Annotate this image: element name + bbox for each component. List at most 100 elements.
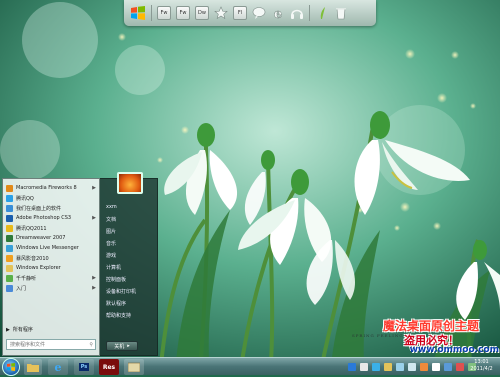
tray-app-icon[interactable] [384,363,392,371]
fireworks-icon[interactable]: Fw [157,6,171,20]
photoshop-icon[interactable]: Fw [176,6,190,20]
place-default-programs[interactable]: 默认程序 [100,297,157,309]
tray-flag-icon[interactable] [432,363,440,371]
place-music[interactable]: 音乐 [100,237,157,249]
windows-logo-icon [7,363,15,371]
start-menu-places-pane: xxm 文档 图片 音乐 游戏 计算机 控制面板 设备和打印机 默认程序 帮助和… [100,178,158,356]
place-devices-printers[interactable]: 设备和打印机 [100,285,157,297]
player-icon [6,254,13,262]
program-item[interactable]: 暴风影音2010 [3,253,99,263]
all-programs-label: 所有程序 [12,327,33,333]
taskbar-folder-button[interactable] [24,359,42,375]
windows-logo-icon[interactable] [130,5,146,21]
flash-icon[interactable]: Fl [233,6,247,20]
taskbar-clock[interactable]: 13:01 2011/4/2 [465,358,498,374]
program-item[interactable]: Windows Explorer [3,263,99,273]
tray-network-icon[interactable] [396,363,404,371]
place-help-support[interactable]: 帮助和支持 [100,309,157,321]
all-programs-button[interactable]: ▶ 所有程序 [6,326,33,334]
chat-icon[interactable] [252,6,266,20]
search-icon[interactable]: ⚲ [89,342,93,348]
fireworks-icon-label: Fw [160,10,168,16]
program-label: 暴风影音2010 [16,255,49,262]
program-item[interactable]: 千千静听 ▶ [3,273,99,283]
dreamweaver-icon [6,234,13,242]
dreamweaver-icon-label: Dw [198,10,206,16]
program-label: 我们在桌面上的软件 [16,205,62,212]
place-documents[interactable]: 文档 [100,213,157,225]
tray-app-icon[interactable] [348,363,356,371]
watermark-url: www.ommoo.com [409,345,499,355]
leaf-icon[interactable] [315,6,329,20]
star-icon[interactable] [214,6,228,20]
taskbar-recorder-button[interactable]: Res [99,359,119,375]
svg-text:e: e [274,7,282,20]
user-avatar[interactable] [117,172,143,194]
program-item[interactable]: 入门 ▶ [3,283,99,293]
place-pictures[interactable]: 图片 [100,225,157,237]
shutdown-label: 关机 [114,343,125,350]
system-tray [348,359,476,375]
watermark-subtitle: 盗用必究！ [404,334,459,347]
fireworks-icon [6,184,13,192]
submenu-arrow-icon: ▶ [92,215,96,221]
photoshop-icon [6,214,13,222]
program-label: Windows Explorer [16,265,61,271]
tray-app-icon[interactable] [456,363,464,371]
tray-app-icon[interactable] [360,363,368,371]
start-search-input[interactable]: 搜索程序和文件 ⚲ [6,339,96,350]
folder-icon [27,364,39,372]
program-item[interactable]: 我们在桌面上的软件 [3,203,99,213]
tray-volume-icon[interactable] [408,363,416,371]
program-label: Macromedia Fireworks 8 [16,185,77,191]
place-computer[interactable]: 计算机 [100,261,157,273]
submenu-arrow-icon: ▶ [92,285,96,291]
headphones-icon[interactable] [290,6,304,20]
start-menu: Macromedia Fireworks 8 ▶ 腾讯QQ 我们在桌面上的软件 A… [2,178,158,356]
clock-date: 2011/4/2 [470,366,493,372]
search-placeholder: 搜索程序和文件 [10,342,46,348]
program-item[interactable]: 腾讯QQ [3,193,99,203]
program-item[interactable]: Macromedia Fireworks 8 ▶ [3,183,99,193]
photoshop-icon: Ps [78,363,90,371]
dreamweaver-icon[interactable]: Dw [195,6,209,20]
program-label: 千千静听 [16,275,37,282]
top-dock: Fw Fw Dw Fl e [124,0,376,26]
program-label: Windows Live Messenger [16,245,79,251]
taskbar-photoshop-button[interactable]: Ps [74,359,94,375]
tray-app-icon[interactable] [420,363,428,371]
music-icon [6,274,13,282]
dock-separator [151,5,152,21]
submenu-arrow-icon: ▶ [92,185,96,191]
ie-icon[interactable]: e [271,6,285,20]
program-item[interactable]: 腾讯QQ2011 [3,223,99,233]
place-user[interactable]: xxm [100,201,157,213]
clock-time: 13:01 [474,359,489,365]
bin-icon[interactable] [334,6,348,20]
place-games[interactable]: 游戏 [100,249,157,261]
photoshop-icon-label: Fw [179,10,187,16]
messenger-icon [6,244,13,252]
ie-icon: e [54,360,62,374]
program-label: Adobe Photoshop CS3 [16,215,72,221]
shutdown-button[interactable]: 关机 ▸ [106,341,138,351]
taskbar: e Ps Res [0,357,500,376]
app-icon [6,284,13,292]
explorer-icon [128,362,140,372]
wallpaper-caption: SPRING FEELINGS [352,333,408,338]
tray-qq-icon[interactable] [372,363,380,371]
dock-separator [309,5,310,21]
qq-icon [6,224,13,232]
place-control-panel[interactable]: 控制面板 [100,273,157,285]
program-item[interactable]: Windows Live Messenger [3,243,99,253]
taskbar-explorer-button[interactable] [124,359,144,375]
flash-icon-label: Fl [237,10,243,16]
tray-app-icon[interactable] [444,363,452,371]
recorder-label: Res [102,363,116,371]
watermark-title: 魔法桌面原创主题 [383,319,480,333]
program-item[interactable]: Adobe Photoshop CS3 ▶ [3,213,99,223]
taskbar-ie-button[interactable]: e [48,359,68,375]
start-button[interactable] [2,358,20,376]
play-arrow-icon: ▶ [6,326,10,333]
program-item[interactable]: Dreamweaver 2007 [3,233,99,243]
